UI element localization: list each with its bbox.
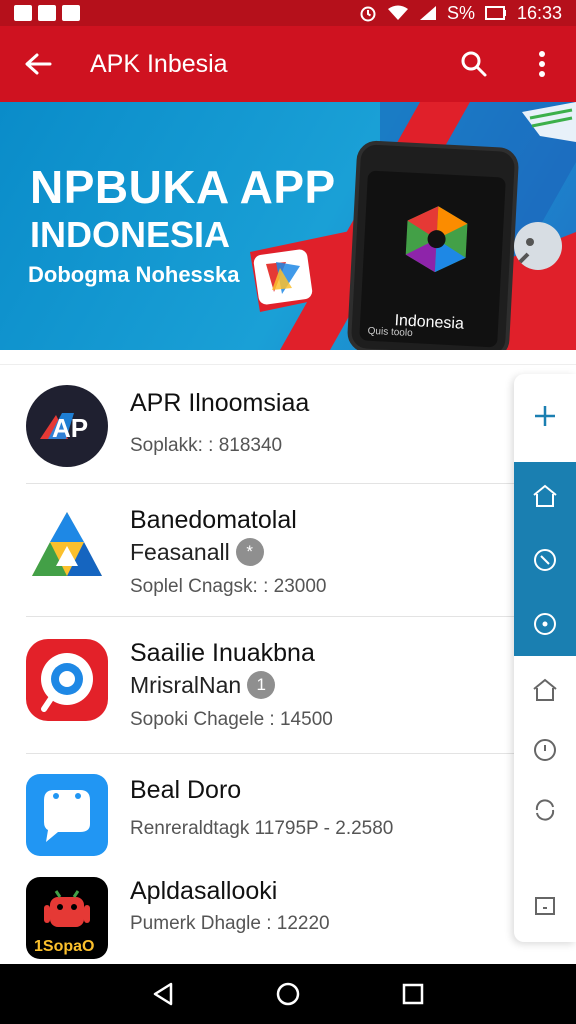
rail-box-button[interactable] <box>514 874 576 938</box>
notification-icons <box>14 5 80 21</box>
app-list: AP APR Ilnoomsiaa Soplakk: : 818340 Bane… <box>0 364 576 964</box>
rail-clock-button[interactable] <box>514 718 576 782</box>
screen: S% 16:33 APK Inbesia NPBUKA APP INDONESI… <box>0 0 576 1024</box>
square-recents-icon <box>403 983 424 1005</box>
ap-logo-icon: AP <box>26 385 108 467</box>
add-button[interactable] <box>514 384 576 448</box>
triangle-logo-icon <box>26 506 108 588</box>
app-meta: Soplel Cnagsk: : 23000 <box>130 576 327 597</box>
pin-logo-icon <box>26 639 108 721</box>
rail-target-button[interactable] <box>514 592 576 656</box>
app-meta: Sopoki Chagele : 14500 <box>130 709 333 730</box>
mail-notification-icon <box>62 5 80 21</box>
banner-subtitle: INDONESIA <box>30 214 231 255</box>
target-icon <box>534 613 556 635</box>
back-button[interactable] <box>0 26 76 102</box>
app-meta: Renreraldtagk 11795P - 2.2580 <box>130 818 394 839</box>
app-title: APR Ilnoomsiaa <box>130 389 310 417</box>
app-actions <box>440 26 576 102</box>
camera-notification-icon <box>38 5 56 21</box>
plus-icon <box>535 406 555 426</box>
app-title: Banedomatolal <box>130 506 297 534</box>
app-meta: Soplakk: : 818340 <box>130 435 283 456</box>
nav-home-button[interactable] <box>258 964 318 1024</box>
phone-mockup: Indonesia Quis toolo <box>346 139 520 350</box>
count-badge: 1 <box>247 671 276 699</box>
chat-bubble-icon <box>26 774 108 856</box>
circle-home-icon <box>276 982 300 1006</box>
search-icon <box>461 51 487 77</box>
svg-text:1SopaO: 1SopaO <box>34 938 94 955</box>
overflow-menu-button[interactable] <box>508 26 576 102</box>
list-item[interactable]: Saailie Inuakbna MrisralNan 1 Sopoki Cha… <box>0 617 510 753</box>
hexagon-logo-icon <box>405 206 468 273</box>
arrow-left-icon <box>25 53 52 75</box>
list-item[interactable]: Beal Doro Renreraldtagk 11795P - 2.2580 <box>0 754 510 864</box>
banner-tagline: Dobogma Nohesska <box>28 262 240 287</box>
clock-icon <box>534 739 556 761</box>
banner-title: NPBUKA APP <box>30 161 336 213</box>
wifi-icon <box>387 5 408 20</box>
app-meta: Pumerk Dhagle : 12220 <box>130 913 330 934</box>
refresh-icon <box>535 799 555 821</box>
app-title: APK Inbesia <box>90 49 228 78</box>
alarm-icon <box>360 6 376 22</box>
rail-rotate-button[interactable] <box>514 528 576 592</box>
chat-robot-icon <box>514 222 562 270</box>
rotate-icon <box>534 549 556 571</box>
list-item[interactable]: 1SopaO Apldasallooki Pumerk Dhagle : 122… <box>0 865 510 965</box>
more-vert-icon <box>539 51 545 77</box>
battery-icon <box>484 6 506 20</box>
battery-percent: S% <box>446 2 475 23</box>
box-icon <box>535 897 555 915</box>
status-badge: * <box>235 538 264 566</box>
app-bar: APK Inbesia <box>0 26 576 102</box>
home-icon <box>533 678 557 701</box>
app-subtitle-row: MrisralNan 1 <box>130 671 276 699</box>
home-icon <box>533 484 557 507</box>
list-item[interactable]: AP APR Ilnoomsiaa Soplakk: : 818340 <box>0 365 510 483</box>
app-subtitle-row: Feasanall * <box>130 538 264 566</box>
app-subtitle: Feasanall <box>130 538 230 565</box>
phone-screen: Indonesia Quis toolo <box>359 170 506 348</box>
app-title: Beal Doro <box>130 776 242 804</box>
svg-text:AP: AP <box>52 413 88 443</box>
app-title: Saailie Inuakbna <box>130 639 315 667</box>
promo-banner[interactable]: NPBUKA APP INDONESIA Dobogma Nohesska In… <box>0 102 576 350</box>
status-bar: S% 16:33 <box>0 0 576 26</box>
rail-home-button[interactable] <box>514 464 576 528</box>
phone-caption: Quis toolo <box>367 325 413 340</box>
rail-refresh-button[interactable] <box>514 778 576 842</box>
app-title: Apldasallooki <box>130 877 278 905</box>
image-notification-icon <box>14 5 32 21</box>
signal-icon <box>419 6 436 20</box>
triangle-back-icon <box>153 982 172 1006</box>
nav-back-button[interactable] <box>133 964 193 1024</box>
side-rail <box>514 374 576 942</box>
app-subtitle: MrisralNan <box>130 671 242 698</box>
clock-time: 16:33 <box>516 2 562 23</box>
android-robot-icon: 1SopaO <box>26 877 108 959</box>
status-right: S% 16:33 <box>359 3 562 24</box>
system-nav-bar <box>0 964 576 1024</box>
list-item[interactable]: Banedomatolal Feasanall * Soplel Cnagsk:… <box>0 484 510 616</box>
play-logo-icon <box>253 249 313 305</box>
rail-home-outline-button[interactable] <box>514 658 576 722</box>
nav-recents-button[interactable] <box>383 964 443 1024</box>
search-button[interactable] <box>440 26 508 102</box>
